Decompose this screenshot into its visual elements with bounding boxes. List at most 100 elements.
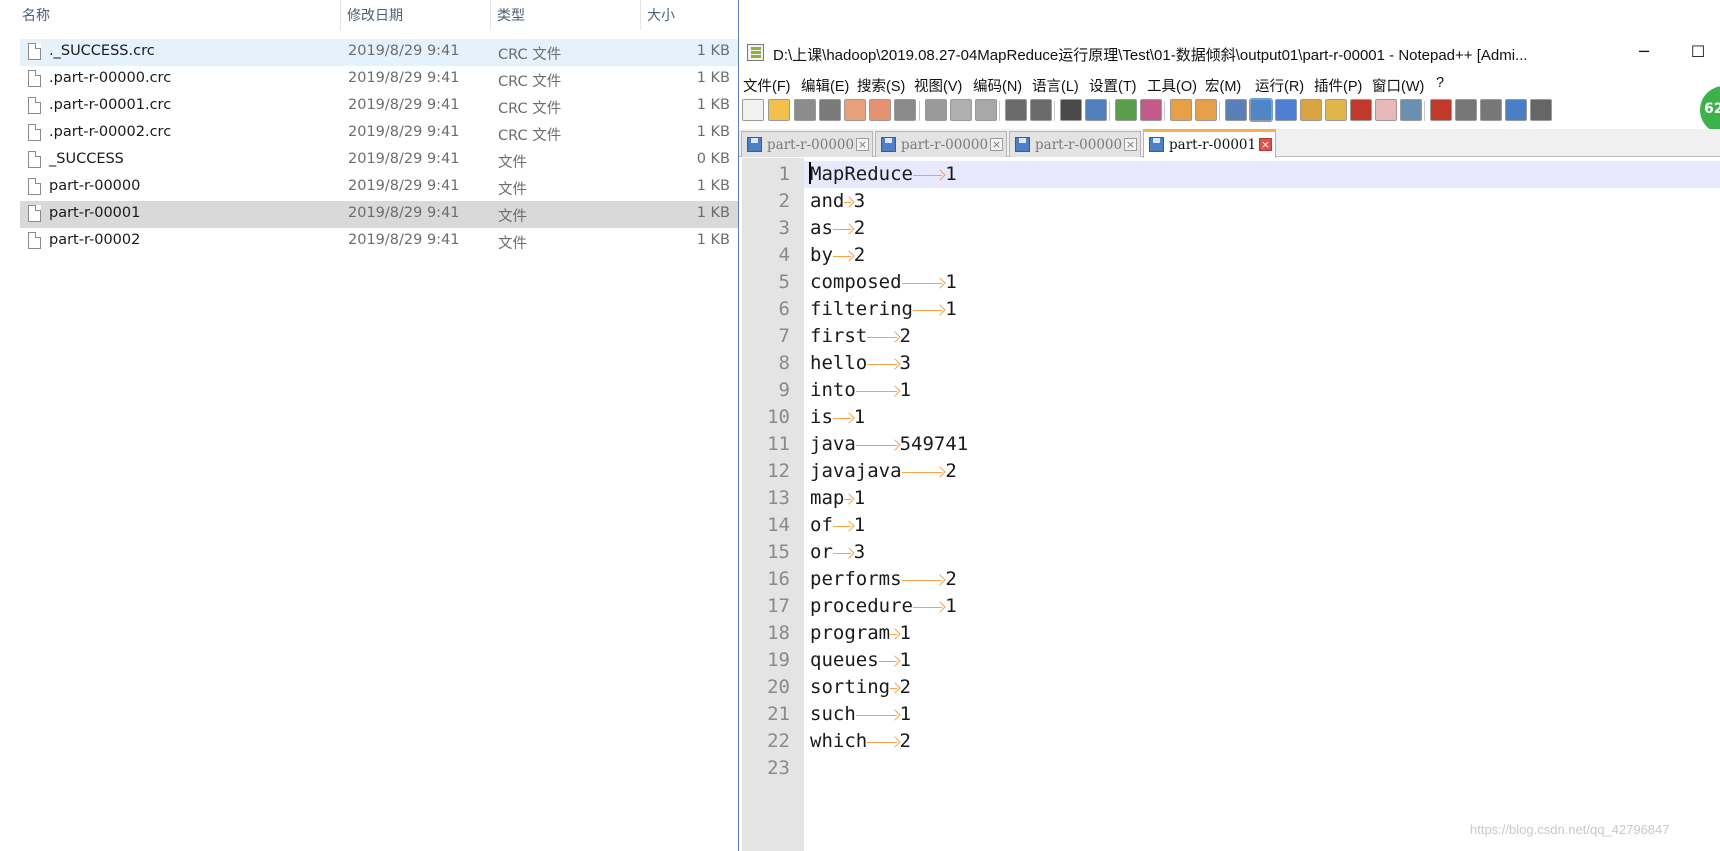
menu-item[interactable]: 运行(R): [1255, 75, 1304, 96]
line-number: 21: [767, 703, 790, 725]
line-number: 13: [767, 487, 790, 509]
word-wrap-icon[interactable]: [1225, 99, 1247, 121]
menu-item[interactable]: 宏(M): [1205, 75, 1241, 96]
tab-close-icon[interactable]: ×: [1259, 138, 1272, 151]
column-header-date[interactable]: 修改日期: [341, 0, 491, 30]
word-token: as: [810, 217, 833, 239]
minimize-button[interactable]: ─: [1629, 42, 1659, 66]
menu-item[interactable]: 工具(O): [1147, 75, 1197, 96]
menu-item[interactable]: ?: [1436, 75, 1444, 91]
record-macro-icon[interactable]: [1430, 99, 1452, 121]
toolbar-separator: [999, 101, 1000, 121]
line-text: procedure 1: [810, 595, 957, 617]
column-header-type[interactable]: 类型: [491, 0, 641, 30]
open-file-icon[interactable]: [768, 99, 790, 121]
save-macro-icon[interactable]: [1530, 99, 1552, 121]
tab-arrow-icon: [832, 221, 854, 237]
file-name: .part-r-00001.crc: [49, 97, 172, 113]
menu-item[interactable]: 语言(L): [1032, 75, 1079, 96]
save-icon[interactable]: [794, 99, 816, 121]
folder-workspace-icon[interactable]: [1375, 99, 1397, 121]
maximize-button[interactable]: ☐: [1683, 42, 1713, 66]
sort-chevron-up-icon: ⌃: [187, 0, 197, 7]
sync-h-icon[interactable]: [1195, 99, 1217, 121]
document-tab[interactable]: part-r-00000 ×: [875, 131, 1007, 157]
document-tab[interactable]: part-r-00001 ×: [1143, 129, 1276, 158]
menu-item[interactable]: 编码(N): [973, 75, 1022, 96]
redo-icon[interactable]: [1030, 99, 1052, 121]
menu-item[interactable]: 窗口(W): [1372, 75, 1424, 96]
stop-macro-icon[interactable]: [1455, 99, 1477, 121]
menu-item[interactable]: 设置(T): [1089, 75, 1137, 96]
line-number: 22: [767, 730, 790, 752]
paste-icon[interactable]: [975, 99, 997, 121]
toolbar-separator: [1219, 101, 1220, 121]
close-icon[interactable]: [844, 99, 866, 121]
save-all-icon[interactable]: [819, 99, 841, 121]
close-all-icon[interactable]: [869, 99, 891, 121]
toolbar-separator: [1424, 101, 1425, 121]
word-token: queues: [810, 649, 879, 671]
file-row[interactable]: ._SUCCESS.crc 2019/8/29 9:41 CRC 文件 1 KB: [20, 39, 738, 66]
menu-item[interactable]: 视图(V): [914, 75, 962, 96]
title-bar[interactable]: D:\上课\hadoop\2019.08.27-04MapReduce运行原理\…: [739, 38, 1720, 68]
menu-item[interactable]: 文件(F): [743, 75, 791, 96]
file-icon: [28, 43, 41, 60]
tab-close-icon[interactable]: ×: [1124, 138, 1137, 151]
udl-icon[interactable]: [1300, 99, 1322, 121]
file-type: CRC 文件: [498, 128, 562, 144]
line-number: 9: [778, 379, 790, 401]
undo-icon[interactable]: [1005, 99, 1027, 121]
editor-line: 5 composed 1: [739, 269, 1720, 296]
monitoring-icon[interactable]: [1400, 99, 1422, 121]
tab-close-icon[interactable]: ×: [856, 138, 869, 151]
document-tab[interactable]: part-r-00000 ×: [1009, 131, 1141, 157]
cut-icon[interactable]: [925, 99, 947, 121]
zoom-in-icon[interactable]: [1115, 99, 1137, 121]
function-list-icon[interactable]: [1350, 99, 1372, 121]
menu-bar: 文件(F) 编辑(E) 搜索(S) 视图(V) 编码(N) 语言(L) 设置(T) 工具(O)…: [739, 71, 1720, 95]
file-name: part-r-00000: [49, 178, 141, 194]
word-token: first: [810, 325, 868, 347]
indent-guide-icon[interactable]: [1275, 99, 1297, 121]
file-date: 2019/8/29 9:41: [348, 205, 460, 221]
editor-line: 2 and 3: [739, 188, 1720, 215]
file-icon: [28, 232, 41, 249]
doc-map-icon[interactable]: [1325, 99, 1347, 121]
window-title: D:\上课\hadoop\2019.08.27-04MapReduce运行原理\…: [773, 47, 1528, 64]
show-all-chars-icon[interactable]: [1249, 98, 1273, 122]
menu-item[interactable]: 插件(P): [1314, 75, 1362, 96]
sync-v-icon[interactable]: [1170, 99, 1192, 121]
notepad-plus-plus-window: D:\上课\hadoop\2019.08.27-04MapReduce运行原理\…: [738, 0, 1720, 851]
print-icon[interactable]: [894, 99, 916, 121]
file-row[interactable]: part-r-00001 2019/8/29 9:41 文件 1 KB: [20, 201, 738, 228]
file-name: part-r-00002: [49, 232, 141, 248]
zoom-out-icon[interactable]: [1140, 99, 1162, 121]
line-number: 1: [778, 163, 790, 185]
find-icon[interactable]: [1060, 99, 1082, 121]
file-row[interactable]: .part-r-00000.crc 2019/8/29 9:41 CRC 文件 1 K…: [20, 66, 738, 93]
editor-line: 22 which 2: [739, 728, 1720, 755]
line-text: composed 1: [810, 271, 957, 293]
word-token: MapReduce: [810, 163, 913, 185]
file-row[interactable]: .part-r-00002.crc 2019/8/29 9:41 CRC 文件 1 K…: [20, 120, 738, 147]
count-token: 3: [899, 352, 911, 374]
file-row[interactable]: part-r-00002 2019/8/29 9:41 文件 1 KB: [20, 228, 738, 255]
menu-item[interactable]: 搜索(S): [857, 75, 905, 96]
document-tab[interactable]: part-r-00000 ×: [741, 131, 873, 157]
file-row[interactable]: .part-r-00001.crc 2019/8/29 9:41 CRC 文件 1 K…: [20, 93, 738, 120]
count-token: 2: [945, 568, 957, 590]
play-macro-icon[interactable]: [1480, 99, 1502, 121]
run-macro-multiple-icon[interactable]: [1505, 99, 1527, 121]
tab-close-icon[interactable]: ×: [990, 138, 1003, 151]
column-header-name[interactable]: ⌃ 名称: [16, 0, 341, 30]
column-header-size[interactable]: 大小: [641, 0, 738, 30]
menu-item[interactable]: 编辑(E): [801, 75, 849, 96]
text-editor[interactable]: 1 MapReduce 1 2 and 3 3 as 2 4 by 2 5 composed 1 6 filte…: [739, 158, 1720, 851]
copy-icon[interactable]: [950, 99, 972, 121]
replace-icon[interactable]: [1085, 99, 1107, 121]
new-file-icon[interactable]: [742, 99, 764, 121]
tab-label: part-r-00001: [1169, 137, 1257, 153]
file-row[interactable]: part-r-00000 2019/8/29 9:41 文件 1 KB: [20, 174, 738, 201]
file-row[interactable]: _SUCCESS 2019/8/29 9:41 文件 0 KB: [20, 147, 738, 174]
